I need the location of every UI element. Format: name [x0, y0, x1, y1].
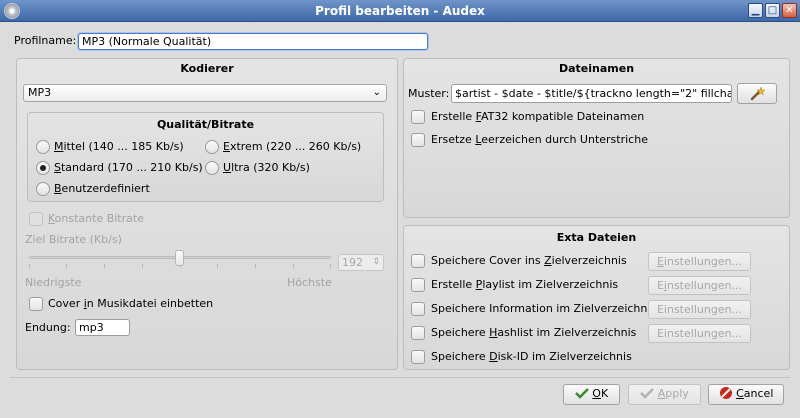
replace-spaces-checkbox[interactable]	[411, 133, 425, 147]
playlist-settings-button[interactable]: Einstellungen...	[648, 276, 751, 295]
slider-tick	[293, 264, 294, 268]
window-title: Profil bearbeiten - Audex	[315, 4, 485, 18]
quality-title: Qualität/Bitrate	[156, 118, 255, 131]
fat32-label[interactable]: Erstelle FAT32 kompatible Dateinamen	[431, 110, 644, 124]
save-cover-checkbox[interactable]	[411, 254, 425, 268]
radio-custom[interactable]	[36, 182, 50, 196]
chevron-down-icon: ⌄	[372, 87, 381, 98]
bitrate-slider[interactable]	[29, 250, 331, 274]
target-bitrate-label: Ziel Bitrate (Kb/s)	[25, 233, 122, 246]
information-settings-button[interactable]: Einstellungen...	[648, 300, 751, 319]
close-icon[interactable]: ✕	[782, 3, 797, 18]
radio-extreme[interactable]	[205, 140, 219, 154]
encoder-select-value: MP3	[28, 86, 52, 99]
slider-handle[interactable]	[175, 250, 184, 266]
save-hashlist-checkbox[interactable]	[411, 326, 425, 340]
slider-tick	[142, 264, 143, 268]
checkmark-icon	[640, 388, 655, 399]
slider-tick	[255, 264, 256, 268]
cancel-icon	[719, 387, 732, 399]
extension-input[interactable]: mp3	[75, 319, 130, 336]
create-playlist-label[interactable]: Erstelle Playlist im Zielverzeichnis	[431, 278, 618, 292]
slider-max-label: Höchste	[287, 276, 332, 289]
pattern-input[interactable]: $artist - $date - $title/${trackno lengt…	[451, 84, 732, 103]
slider-min-label: Niedrigste	[25, 276, 82, 289]
spin-arrows-icon[interactable]: ⇕	[372, 255, 380, 270]
profile-name-input[interactable]: MP3 (Normale Qualität)	[78, 33, 428, 50]
slider-tick	[104, 264, 105, 268]
pattern-label: Muster:	[408, 87, 450, 100]
constant-bitrate-label[interactable]: Konstante Bitrate	[48, 212, 144, 226]
radio-extreme-label[interactable]: Extrem (220 ... 260 Kb/s)	[223, 140, 361, 154]
apply-button[interactable]: Apply	[628, 384, 701, 405]
save-information-label[interactable]: Speichere Information im Zielverzeichnis	[431, 302, 656, 316]
profile-name-label: Profilname:	[14, 34, 77, 47]
radio-standard[interactable]	[36, 161, 50, 175]
save-hashlist-label[interactable]: Speichere Hashlist im Zielverzeichnis	[431, 326, 636, 340]
save-information-checkbox[interactable]	[411, 302, 425, 316]
slider-tick	[330, 264, 331, 268]
ok-button[interactable]: OK	[563, 384, 620, 405]
radio-custom-label[interactable]: Benutzerdefiniert	[54, 182, 150, 196]
cover-settings-button[interactable]: Einstellungen...	[648, 252, 751, 271]
cover-embed-checkbox[interactable]	[29, 297, 43, 311]
radio-selected-dot	[40, 165, 46, 171]
cover-embed-label[interactable]: Cover in Musikdatei einbetten	[48, 297, 213, 311]
minimize-icon[interactable]: ▁	[748, 3, 763, 18]
radio-medium-label[interactable]: Mittel (140 ... 185 Kb/s)	[54, 140, 184, 154]
bitrate-value: 192	[342, 256, 363, 269]
checkmark-icon	[574, 388, 589, 399]
extension-label: Endung:	[25, 321, 71, 334]
filenames-title: Dateinamen	[558, 62, 635, 75]
radio-standard-label[interactable]: Standard (170 ... 210 Kb/s)	[54, 161, 203, 175]
radio-medium[interactable]	[36, 140, 50, 154]
encoder-title: Kodierer	[180, 62, 234, 75]
fat32-checkbox[interactable]	[411, 110, 425, 124]
cancel-button[interactable]: Cancel	[708, 384, 784, 405]
replace-spaces-label[interactable]: Ersetze Leerzeichen durch Unterstriche	[431, 133, 648, 147]
maximize-icon[interactable]: □	[765, 3, 780, 18]
slider-tick	[66, 264, 67, 268]
radio-ultra-label[interactable]: Ultra (320 Kb/s)	[223, 161, 310, 175]
save-cover-label[interactable]: Speichere Cover ins Zielverzeichnis	[431, 254, 627, 268]
save-disk-id-checkbox[interactable]	[411, 350, 425, 364]
slider-tick	[217, 264, 218, 268]
constant-bitrate-checkbox[interactable]	[29, 212, 43, 226]
radio-ultra[interactable]	[205, 161, 219, 175]
footer-separator	[10, 377, 790, 378]
extra-files-title: Exta Dateien	[556, 231, 637, 244]
extra-files-panel	[403, 225, 790, 370]
create-playlist-checkbox[interactable]	[411, 278, 425, 292]
magic-wand-icon	[750, 86, 766, 101]
hashlist-settings-button[interactable]: Einstellungen...	[648, 324, 751, 343]
encoder-select[interactable]: MP3 ⌄	[23, 84, 387, 102]
save-disk-id-label[interactable]: Speichere Disk-ID im Zielverzeichnis	[431, 350, 632, 364]
bitrate-spinbox[interactable]: 192 ⇕	[338, 254, 384, 271]
slider-tick	[29, 264, 30, 268]
pattern-wizard-button[interactable]	[737, 83, 777, 104]
